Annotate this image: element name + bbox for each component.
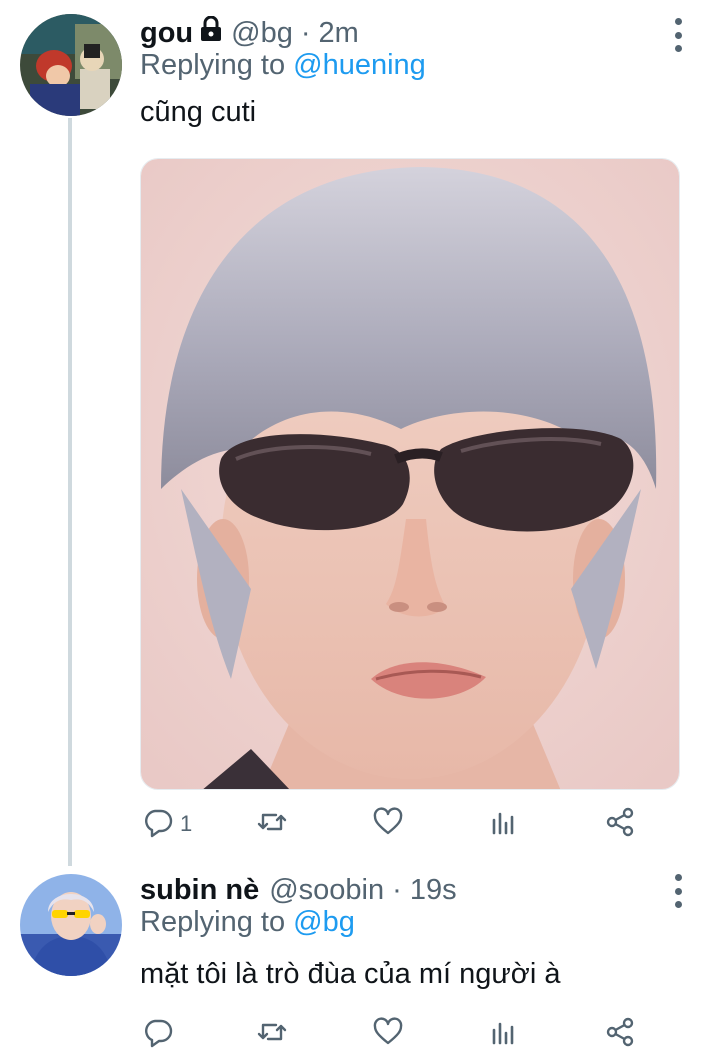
retweet-button[interactable]: [256, 804, 288, 844]
like-button[interactable]: [372, 1014, 404, 1054]
replying-to: Replying to @huening: [140, 49, 426, 82]
user-handle[interactable]: @bg: [231, 17, 293, 50]
more-vertical-icon[interactable]: [666, 18, 690, 52]
tweet-actions: [140, 1014, 660, 1054]
retweet-button[interactable]: [256, 1014, 288, 1054]
stats-icon: [488, 806, 520, 843]
like-button[interactable]: [372, 804, 404, 844]
reply-button[interactable]: [142, 1014, 174, 1054]
stats-button[interactable]: [488, 1014, 520, 1054]
reply-button[interactable]: 1: [142, 804, 192, 844]
tweet-photo[interactable]: [140, 158, 680, 790]
reply-icon: [142, 806, 174, 843]
heart-icon: [372, 806, 404, 843]
user-handle[interactable]: @soobin: [269, 874, 384, 907]
share-button[interactable]: [604, 804, 636, 844]
share-button[interactable]: [604, 1014, 636, 1054]
separator-dot: ·: [392, 873, 402, 906]
tweet-header: subin nè @soobin · 19s: [140, 870, 457, 910]
tweet[interactable]: subin nè @soobin · 19s Replying to @bg m…: [0, 866, 719, 1054]
separator-dot: ·: [300, 16, 311, 49]
more-vertical-icon[interactable]: [666, 874, 690, 908]
stats-icon: [488, 1016, 520, 1053]
tweet-text: cũng cuti: [140, 96, 257, 128]
stats-button[interactable]: [488, 804, 520, 844]
tweet-text: mặt tôi là trò đùa của mí người à: [140, 958, 561, 990]
retweet-icon: [256, 1016, 288, 1053]
replying-to-label: Replying to: [140, 906, 286, 938]
timestamp[interactable]: 2m: [319, 17, 359, 50]
display-name[interactable]: subin nè: [140, 874, 259, 907]
mention-link[interactable]: @huening: [293, 49, 426, 81]
display-name[interactable]: gou: [140, 17, 193, 50]
lock-icon: [199, 15, 223, 50]
share-icon: [604, 1016, 636, 1053]
replying-to: Replying to @bg: [140, 906, 355, 939]
replying-to-label: Replying to: [140, 49, 286, 81]
avatar[interactable]: [20, 874, 122, 976]
share-icon: [604, 806, 636, 843]
tweet[interactable]: gou @bg · 2m Replying to @huening cũng c…: [0, 0, 719, 866]
tweet-actions: 1: [140, 804, 660, 844]
avatar[interactable]: [20, 14, 122, 116]
timestamp[interactable]: 19s: [410, 874, 457, 907]
reply-count: 1: [180, 811, 193, 836]
retweet-icon: [256, 806, 288, 843]
heart-icon: [372, 1016, 404, 1053]
reply-icon: [142, 1016, 174, 1053]
mention-link[interactable]: @bg: [293, 906, 355, 938]
tweet-header: gou @bg · 2m: [140, 13, 359, 53]
